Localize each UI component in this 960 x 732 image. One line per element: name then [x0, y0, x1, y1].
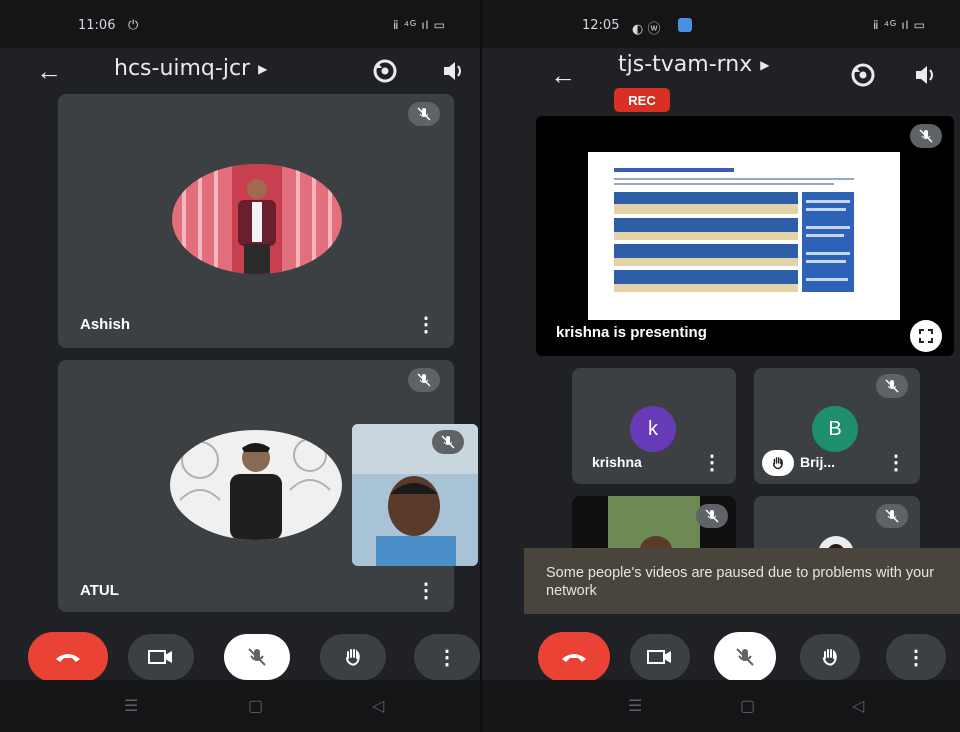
hand-icon: [772, 457, 783, 470]
system-nav-bar: ☰ ▢ ◁: [0, 680, 480, 732]
meeting-code-text: tjs-tvam-rnx: [618, 52, 753, 77]
more-options-button[interactable]: ⋮: [886, 634, 946, 680]
speaker-icon[interactable]: [910, 60, 940, 90]
participant-tile-photo[interactable]: [754, 496, 920, 556]
system-nav-bar: ☰ ▢ ◁: [482, 680, 960, 732]
raised-hand-badge: [762, 450, 794, 476]
mic-off-icon: [876, 504, 908, 528]
switch-camera-icon[interactable]: [848, 60, 878, 90]
mic-off-icon: [910, 124, 942, 148]
participant-name: Ashish: [80, 316, 131, 333]
recents-icon[interactable]: ☰: [124, 696, 138, 716]
fullscreen-button[interactable]: [910, 320, 942, 352]
participant-name: krishna: [592, 454, 642, 470]
status-time: 11:06: [78, 18, 116, 33]
recents-icon[interactable]: ☰: [628, 696, 642, 716]
more-options-button[interactable]: ⋮: [414, 634, 480, 680]
camera-toggle-button[interactable]: [128, 634, 194, 680]
end-call-button[interactable]: [538, 632, 610, 682]
more-vert-icon[interactable]: ⋮: [416, 578, 436, 603]
mic-off-icon: [248, 648, 266, 666]
more-vert-icon: ⋮: [437, 646, 457, 669]
back-icon[interactable]: ◁: [852, 696, 864, 716]
status-bar: 11:06 ⏻ ⅱ ⁴ᴳ ıl ▭: [0, 0, 480, 48]
participant-photo: [170, 430, 342, 540]
participant-name: ATUL: [80, 582, 119, 599]
camera-toggle-button[interactable]: [630, 634, 690, 680]
more-vert-icon[interactable]: ⋮: [416, 312, 436, 337]
participant-name: Brij...: [800, 454, 836, 470]
back-icon[interactable]: ◁: [372, 696, 384, 716]
participant-tile-ashish[interactable]: Ashish ⋮: [58, 94, 454, 348]
video-camera-icon: [647, 650, 671, 664]
more-vert-icon[interactable]: ⋮: [702, 450, 722, 475]
mic-toggle-button[interactable]: [224, 634, 290, 680]
shared-slide: [588, 152, 900, 320]
signal-indicators: ⅱ ⁴ᴳ ıl ▭: [873, 18, 926, 32]
avatar: B: [812, 406, 858, 452]
hand-icon: [346, 649, 360, 666]
self-view-tile[interactable]: [352, 424, 478, 566]
status-indicators: ⏻: [128, 18, 139, 33]
end-call-icon: [56, 654, 80, 662]
back-arrow-icon[interactable]: ←: [550, 60, 576, 91]
home-icon[interactable]: ▢: [248, 696, 263, 716]
left-phone-screen: 11:06 ⏻ ⅱ ⁴ᴳ ıl ▭ ← hcs-uimq-jcr ▶ Ashis…: [0, 0, 480, 732]
video-camera-icon: [148, 650, 172, 664]
speaker-icon[interactable]: [438, 56, 468, 86]
caret-right-icon: ▶: [258, 62, 268, 76]
mic-off-icon: [696, 504, 728, 528]
mic-off-icon: [876, 374, 908, 398]
meeting-code-text: hcs-uimq-jcr: [114, 56, 251, 81]
participant-photo: [172, 164, 342, 274]
recording-badge: REC: [614, 88, 670, 112]
raise-hand-button[interactable]: [800, 634, 860, 680]
screenshot-pair: 11:06 ⏻ ⅱ ⁴ᴳ ıl ▭ ← hcs-uimq-jcr ▶ Ashis…: [0, 0, 960, 732]
mic-off-icon: [408, 368, 440, 392]
more-vert-icon[interactable]: ⋮: [886, 450, 906, 475]
end-call-button[interactable]: [28, 632, 108, 682]
presenting-label: krishna is presenting: [556, 324, 707, 341]
participant-tile-krishna[interactable]: k krishna ⋮: [572, 368, 736, 484]
meeting-header: ← hcs-uimq-jcr ▶: [0, 48, 480, 92]
participant-tile-video[interactable]: [572, 496, 736, 556]
fullscreen-icon: [919, 329, 933, 343]
switch-camera-icon[interactable]: [370, 56, 400, 86]
caret-right-icon: ▶: [760, 58, 770, 72]
app-notification-icon: [678, 18, 692, 32]
mic-off-icon: [408, 102, 440, 126]
hand-icon: [823, 649, 837, 666]
raise-hand-button[interactable]: [320, 634, 386, 680]
mic-off-icon: [736, 648, 754, 666]
home-icon[interactable]: ▢: [740, 696, 755, 716]
status-time: 12:05: [582, 18, 620, 33]
avatar: k: [630, 406, 676, 452]
more-vert-icon: ⋮: [906, 646, 926, 669]
end-call-icon: [562, 654, 586, 662]
back-arrow-icon[interactable]: ←: [36, 56, 62, 87]
presentation-tile[interactable]: krishna is presenting: [536, 116, 954, 356]
signal-indicators: ⅱ ⁴ᴳ ıl ▭: [393, 18, 446, 32]
status-bar: 12:05 ◐ ⓦ ⅱ ⁴ᴳ ıl ▭: [482, 0, 960, 48]
meeting-code[interactable]: hcs-uimq-jcr ▶: [114, 56, 267, 81]
network-warning-toast: Some people's videos are paused due to p…: [524, 548, 960, 614]
participant-tile-brij[interactable]: B Brij... ⋮: [754, 368, 920, 484]
mic-toggle-button[interactable]: [714, 632, 776, 682]
meeting-code[interactable]: tjs-tvam-rnx ▶: [618, 52, 770, 77]
status-indicators: ◐ ⓦ: [632, 22, 661, 37]
right-phone-screen: 12:05 ◐ ⓦ ⅱ ⁴ᴳ ıl ▭ ← tjs-tvam-rnx ▶ REC: [480, 0, 960, 732]
mic-off-icon: [432, 430, 464, 454]
meeting-header: ← tjs-tvam-rnx ▶: [482, 48, 960, 92]
